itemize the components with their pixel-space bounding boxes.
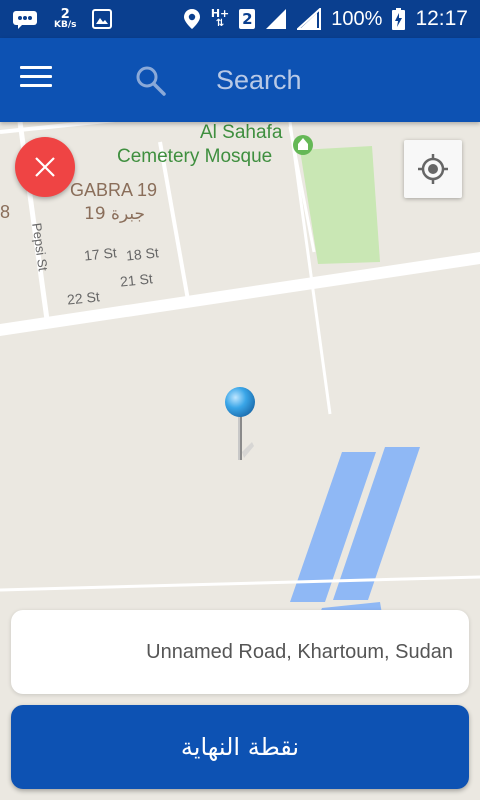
map-label-street: 22 St — [66, 288, 101, 308]
map-label-street: 21 St — [119, 270, 154, 290]
map-label-street: 18 St — [125, 244, 160, 264]
signal-strength-icon-1 — [265, 8, 287, 30]
map-label-mosque: Al Sahafa — [200, 122, 283, 143]
location-pin[interactable] — [222, 386, 258, 462]
menu-icon-bar — [20, 75, 52, 78]
search-icon[interactable] — [134, 64, 168, 98]
battery-percent: 100% — [331, 7, 383, 30]
address-card: Unnamed Road, Khartoum, Sudan — [11, 610, 469, 694]
map-label-area-ar: جبرة 19 — [84, 204, 145, 224]
menu-button[interactable] — [20, 66, 52, 92]
search-input[interactable] — [196, 56, 456, 104]
chat-notification-icon — [12, 9, 38, 29]
net-speed: 2 KB/s — [54, 8, 76, 30]
map-label-street: 17 St — [83, 244, 118, 264]
endpoint-button-label: نقطة النهاية — [180, 733, 300, 761]
app-bar — [0, 38, 480, 122]
net-speed-unit: KB/s — [54, 20, 77, 30]
my-location-button[interactable] — [404, 140, 462, 198]
image-notification-icon — [92, 9, 113, 29]
menu-icon-bar — [20, 66, 52, 69]
close-icon — [35, 157, 55, 177]
location-icon — [183, 8, 201, 30]
signal-strength-icon-2 — [297, 8, 322, 30]
map-label-area: GABRA 19 — [70, 180, 158, 200]
sim-slot-badge: 2 — [239, 9, 256, 29]
sim-slot-label: 2 — [242, 10, 253, 28]
address-text: Unnamed Road, Khartoum, Sudan — [146, 640, 453, 663]
network-type-icon: H+ ⇅ — [210, 7, 230, 29]
menu-icon-bar — [20, 84, 52, 87]
clock: 12:17 — [415, 7, 468, 30]
close-button[interactable] — [15, 137, 75, 197]
map-label-edge: 8 — [0, 202, 11, 222]
status-bar: 2 KB/s H+ ⇅ 2 100% 12:17 — [0, 0, 480, 38]
endpoint-button[interactable]: نقطة النهاية — [11, 705, 469, 789]
map-pin-icon — [225, 387, 255, 460]
crosshair-icon — [418, 154, 448, 184]
battery-charging-icon — [392, 8, 406, 30]
map-label-mosque: Cemetery Mosque — [117, 146, 273, 167]
